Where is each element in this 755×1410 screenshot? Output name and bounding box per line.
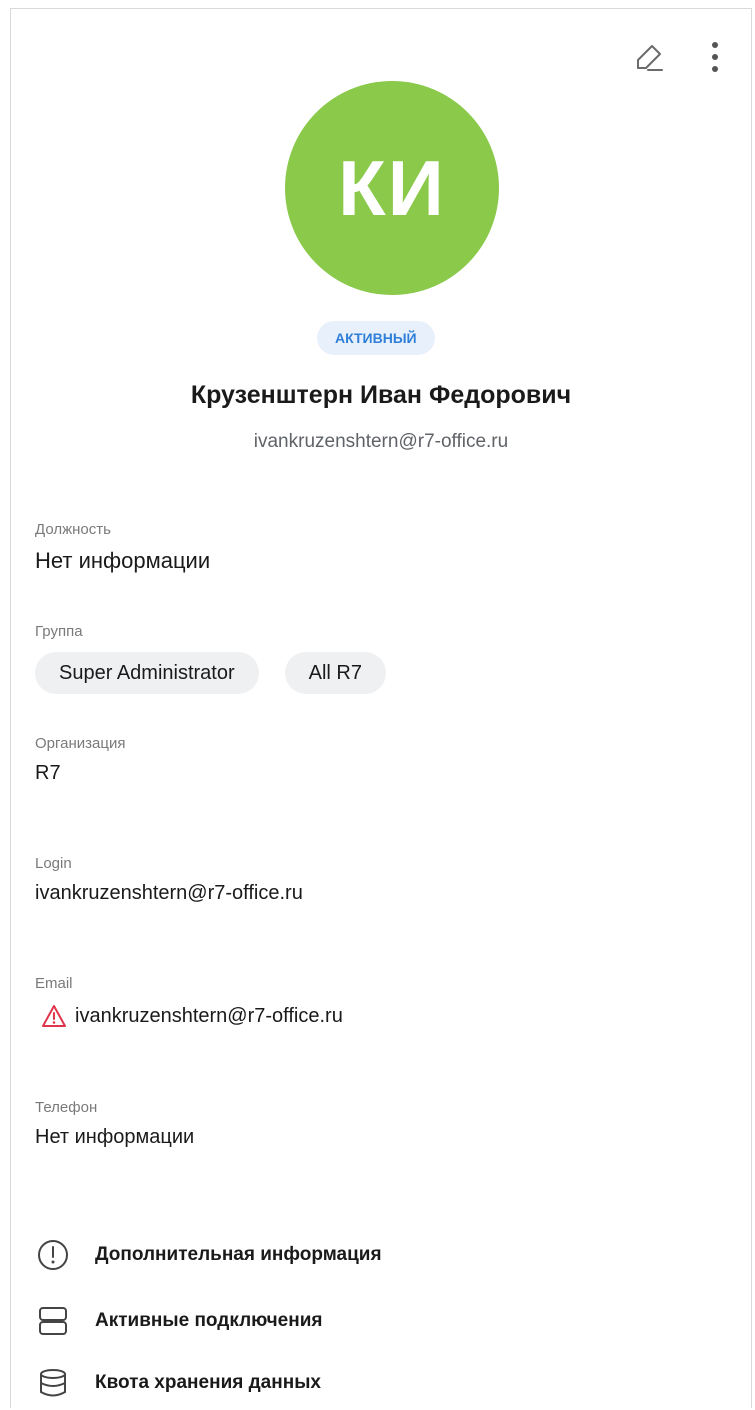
link-storage-quota-label: Квота хранения данных [95, 1372, 321, 1393]
field-email-row: ivankruzenshtern@r7-office.ru [41, 1004, 343, 1028]
field-email: Email ivankruzenshtern@r7-office.ru [35, 975, 343, 1028]
edit-button[interactable] [631, 39, 667, 75]
status-badge-label: АКТИВНЫЙ [335, 330, 417, 346]
database-icon [35, 1365, 71, 1401]
edit-pencil-icon [637, 45, 663, 71]
user-email-header: ivankruzenshtern@r7-office.ru [253, 431, 509, 452]
field-phone: Телефон Нет информации [35, 1099, 194, 1149]
field-login-label: Login [35, 855, 72, 872]
more-vertical-icon [712, 42, 718, 72]
field-position-label: Должность [35, 521, 111, 538]
field-group: Группа Super Administrator All R7 [35, 623, 386, 694]
avatar-initials: КИ [338, 143, 446, 232]
field-phone-value: Нет информации [35, 1126, 195, 1148]
group-chip-all-r7[interactable]: All R7 [284, 652, 386, 694]
avatar: КИ [285, 81, 499, 295]
info-circle-icon [35, 1237, 71, 1273]
field-organization-label: Организация [35, 735, 126, 752]
field-email-label: Email [35, 975, 73, 992]
link-active-connections-label: Активные подключения [95, 1310, 323, 1331]
user-profile-panel: КИ АКТИВНЫЙ Крузенштерн Иван Федорович i… [10, 8, 752, 1408]
link-storage-quota[interactable]: Квота хранения данных [35, 1365, 321, 1401]
user-full-name: Крузенштерн Иван Федорович [190, 381, 572, 409]
server-icon [35, 1303, 71, 1339]
field-position: Должность Нет информации [35, 521, 210, 574]
field-login: Login ivankruzenshtern@r7-office.ru [35, 855, 303, 905]
field-organization: Организация R7 [35, 735, 125, 785]
more-button[interactable] [697, 39, 733, 75]
field-organization-value: R7 [35, 762, 61, 784]
status-badge: АКТИВНЫЙ [317, 321, 435, 355]
group-chips: Super Administrator All R7 [35, 652, 386, 694]
profile-actions [631, 39, 733, 75]
warning-triangle-icon [42, 1005, 66, 1027]
group-chip-super-administrator[interactable]: Super Administrator [35, 652, 259, 694]
link-active-connections[interactable]: Активные подключения [35, 1303, 323, 1339]
field-position-value: Нет информации [35, 548, 211, 573]
field-email-value: ivankruzenshtern@r7-office.ru [75, 1004, 343, 1027]
field-phone-label: Телефон [35, 1099, 98, 1116]
link-additional-info[interactable]: Дополнительная информация [35, 1237, 382, 1273]
link-additional-info-label: Дополнительная информация [95, 1244, 382, 1265]
field-login-value: ivankruzenshtern@r7-office.ru [35, 882, 303, 904]
field-group-label: Группа [35, 623, 83, 640]
